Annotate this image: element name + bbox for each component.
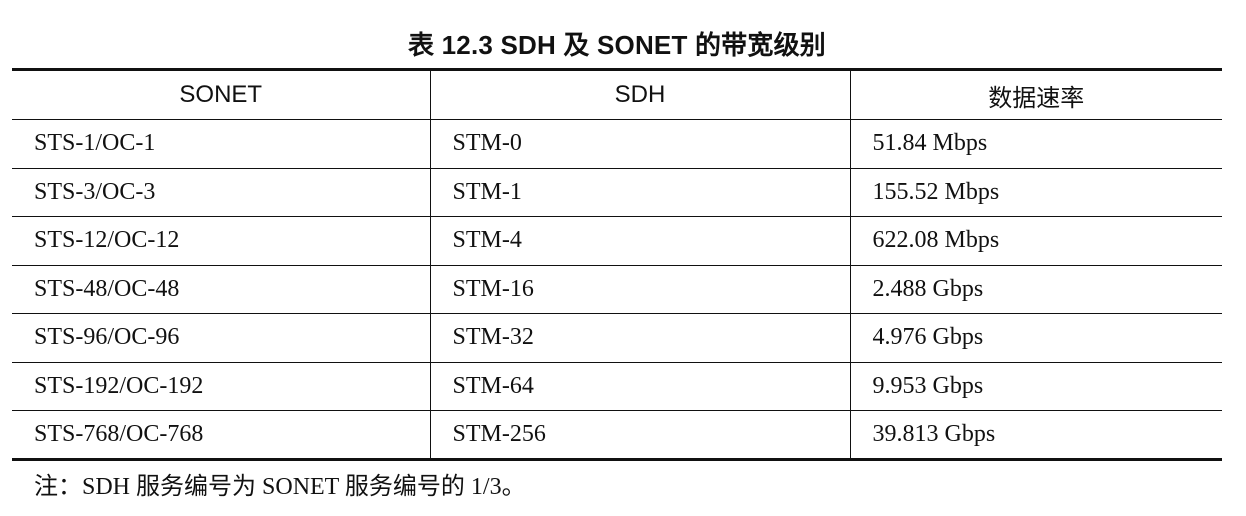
cell-data-rate: 9.953 Gbps (849, 362, 1222, 411)
header-sdh: SDH (429, 68, 850, 120)
table-note: 注：SDH 服务编号为 SONET 服务编号的 1/3。 (34, 473, 526, 500)
cell-data-rate: 2.488 Gbps (849, 265, 1222, 314)
cell-data-rate: 622.08 Mbps (849, 216, 1222, 266)
table-row: STS-96/OC-96 STM-32 4.976 Gbps (12, 313, 1222, 363)
table-row: STS-192/OC-192 STM-64 9.953 Gbps (12, 362, 1222, 411)
cell-sonet: STS-96/OC-96 (12, 313, 430, 363)
table-row: STS-1/OC-1 STM-0 51.84 Mbps (12, 119, 1222, 169)
cell-sonet: STS-192/OC-192 (12, 362, 430, 411)
cell-data-rate: 51.84 Mbps (849, 119, 1222, 169)
table-row: STS-768/OC-768 STM-256 39.813 Gbps (12, 410, 1222, 461)
cell-sonet: STS-3/OC-3 (12, 168, 430, 217)
cell-sonet: STS-768/OC-768 (12, 410, 430, 461)
header-row: SONET SDH 数据速率 (12, 68, 1222, 120)
document: 表 12.3 SDH 及 SONET 的带宽级别 SONET SDH 数据速率 … (12, 22, 1222, 507)
cell-data-rate: 4.976 Gbps (849, 313, 1222, 363)
cell-sdh: STM-256 (429, 410, 850, 461)
cell-sonet: STS-1/OC-1 (12, 119, 430, 169)
cell-sdh: STM-0 (429, 119, 850, 169)
table-row: STS-3/OC-3 STM-1 155.52 Mbps (12, 168, 1222, 217)
table-row: STS-12/OC-12 STM-4 622.08 Mbps (12, 216, 1222, 266)
cell-sdh: STM-1 (429, 168, 850, 217)
bandwidth-table: SONET SDH 数据速率 STS-1/OC-1 STM-0 51.84 Mb… (12, 68, 1222, 461)
cell-sdh: STM-64 (429, 362, 850, 411)
table-caption: 表 12.3 SDH 及 SONET 的带宽级别 (408, 30, 826, 60)
cell-sonet: STS-12/OC-12 (12, 216, 430, 266)
header-data-rate: 数据速率 (849, 68, 1222, 120)
cell-sonet: STS-48/OC-48 (12, 265, 430, 314)
cell-sdh: STM-16 (429, 265, 850, 314)
cell-data-rate: 39.813 Gbps (849, 410, 1222, 461)
cell-sdh: STM-32 (429, 313, 850, 363)
cell-data-rate: 155.52 Mbps (849, 168, 1222, 217)
table-row: STS-48/OC-48 STM-16 2.488 Gbps (12, 265, 1222, 314)
cell-sdh: STM-4 (429, 216, 850, 266)
header-sonet: SONET (12, 68, 430, 120)
